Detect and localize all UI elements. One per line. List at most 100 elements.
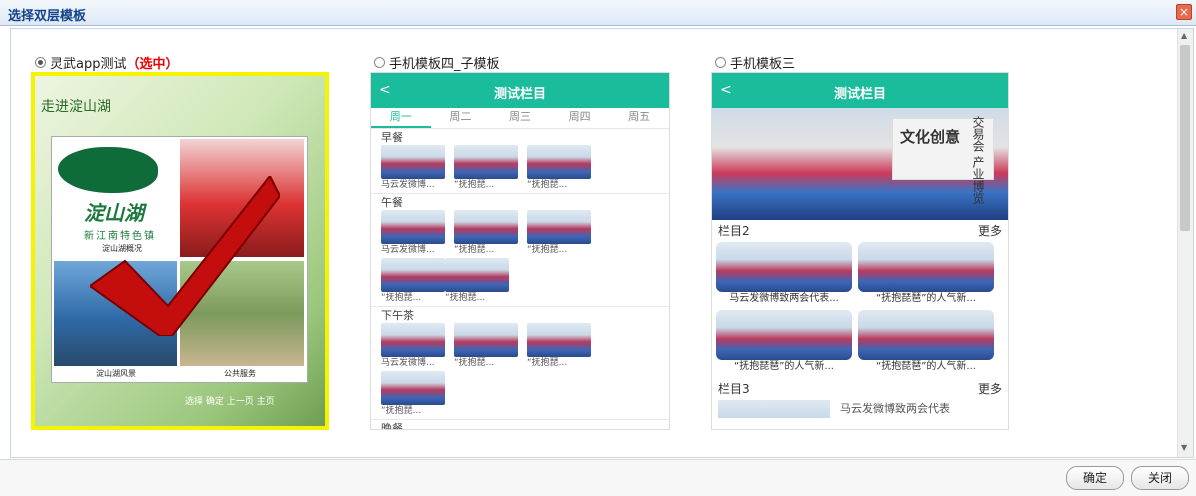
list-item: “抚抱琵...	[527, 145, 591, 191]
thumbnail	[718, 400, 830, 418]
phone-header: < 测试栏目	[712, 73, 1008, 108]
card-grid: 马云发微博致两会代表... “抚抱琵琶”的人气新... “抚抱琵琶”的人气新..…	[712, 242, 1008, 378]
thumbnail	[381, 323, 445, 357]
tab-4: 周四	[568, 110, 591, 123]
item-caption: “抚抱琵...	[381, 293, 422, 303]
hero-banner: 文化创意 交易会 产业博览	[712, 108, 1008, 220]
tab-3: 周三	[508, 110, 531, 123]
card-caption: 马云发微博致两会代表...	[729, 293, 839, 304]
template-1-preview[interactable]: 走进淀山湖 淀山湖 新江南特色镇 淀山湖概况 淀山湖风景 公共服务 选择 确定 …	[31, 72, 329, 430]
list-item: “抚抱琵...	[381, 258, 445, 304]
scrollbar-thumb[interactable]	[1180, 45, 1190, 231]
phone-title: 测试栏目	[833, 87, 886, 102]
item-title: 马云发微博致两会代表	[840, 402, 950, 415]
confirm-button[interactable]: 确定	[1066, 466, 1124, 490]
option-label-2: 手机模板四_子模板	[389, 57, 500, 72]
option-template-1[interactable]: 灵武app测试 （选中）	[35, 53, 179, 72]
option-template-3[interactable]: 手机模板三	[715, 53, 795, 72]
thumbnail	[858, 242, 994, 292]
thumbnail	[454, 323, 518, 357]
card: “抚抱琵琶”的人气新...	[858, 242, 994, 306]
selected-tag: （选中）	[126, 57, 179, 72]
item-caption: “抚抱琵...	[454, 358, 495, 368]
list-item: “抚抱琵...	[381, 371, 445, 417]
section-heading: 早餐	[381, 131, 403, 144]
column-2-header: 栏目2 更多	[712, 220, 1008, 242]
dialog-footer: 确定 关闭	[0, 459, 1196, 496]
thumbnail	[716, 310, 852, 360]
template-2-preview[interactable]: < 测试栏目 周一 周二 周三 周四 周五 早餐 马云发微博... “抚抱琵..…	[370, 72, 670, 430]
list-item: 马云发微博...	[381, 210, 445, 256]
template-3-preview[interactable]: < 测试栏目 文化创意 交易会 产业博览 栏目2 更多 马云发微博致两会代表..…	[711, 72, 1009, 430]
item-caption: “抚抱琵...	[527, 180, 568, 190]
section-tea: 下午茶 马云发微博... “抚抱琵... “抚抱琵... “抚抱琵...	[371, 307, 669, 420]
phone-header: < 测试栏目	[371, 73, 669, 108]
handwritten-title: 走进淀山湖	[41, 99, 111, 115]
thumbnail	[381, 371, 445, 405]
radio-template-3[interactable]	[715, 57, 726, 68]
thumbnail	[381, 258, 445, 292]
thumbnail	[527, 145, 591, 179]
thumbnail	[381, 210, 445, 244]
column-2-title: 栏目2	[718, 224, 750, 238]
item-caption: “抚抱琵...	[454, 245, 495, 255]
item-caption: 马云发微博...	[381, 180, 435, 190]
checkmark-icon	[90, 176, 280, 336]
close-icon[interactable]: ×	[1176, 4, 1192, 20]
thumbnail	[527, 323, 591, 357]
list-item: “抚抱琵...	[527, 210, 591, 256]
dialog-titlebar: 选择双层模板 ×	[0, 0, 1196, 26]
column-3-item: 马云发微博致两会代表	[712, 400, 1008, 418]
weekday-tabs: 周一 周二 周三 周四 周五	[371, 108, 669, 129]
option-label-1: 灵武app测试	[50, 57, 127, 72]
card: “抚抱琵琶”的人气新...	[858, 310, 994, 374]
dialog-title: 选择双层模板	[8, 9, 87, 24]
tab-5: 周五	[628, 110, 651, 123]
banner-text: 文化创意	[900, 128, 961, 146]
close-button[interactable]: 关闭	[1131, 466, 1189, 490]
card-caption: “抚抱琵琶”的人气新...	[876, 293, 976, 304]
list-item: “抚抱琵...	[454, 145, 518, 191]
option-template-2[interactable]: 手机模板四_子模板	[374, 53, 500, 72]
thumbnail	[454, 210, 518, 244]
list-item: “抚抱琵...	[527, 323, 591, 369]
list-item: “抚抱琵...	[445, 258, 509, 304]
list-item: “抚抱琵...	[454, 210, 518, 256]
thumbnail	[381, 145, 445, 179]
banner-side-text: 交易会 产业博览	[971, 116, 985, 204]
item-caption: “抚抱琵...	[527, 358, 568, 368]
section-dinner: 晚餐	[371, 420, 669, 429]
section-breakfast: 早餐 马云发微博... “抚抱琵... “抚抱琵...	[371, 129, 669, 194]
column-3-title: 栏目3	[718, 382, 750, 396]
list-item: 马云发微博...	[381, 145, 445, 191]
option-label-3: 手机模板三	[730, 57, 796, 72]
card: 马云发微博致两会代表...	[716, 242, 852, 306]
scroll-down-icon[interactable]: ▼	[1181, 443, 1187, 452]
tab-2: 周二	[449, 110, 472, 123]
item-caption: 马云发微博...	[381, 245, 435, 255]
list-item: “抚抱琵...	[454, 323, 518, 369]
item-caption: 马云发微博...	[381, 358, 435, 368]
caption-2: 淀山湖风景	[96, 369, 136, 378]
footer-nav: 选择 确定 上一页 主页	[185, 397, 275, 407]
section-lunch: 午餐 马云发微博... “抚抱琵... “抚抱琵... “抚抱琵... “抚抱琵…	[371, 194, 669, 307]
tab-1: 周一	[371, 108, 431, 128]
thumbnail	[454, 145, 518, 179]
caption-3: 公共服务	[224, 369, 256, 378]
scroll-up-icon[interactable]: ▲	[1181, 31, 1187, 40]
template-list: 灵武app测试 （选中） 走进淀山湖 淀山湖 新江南特色镇 淀山湖概况 淀山湖风…	[10, 28, 1194, 458]
radio-template-1[interactable]	[35, 57, 46, 68]
item-caption: “抚抱琵...	[445, 293, 486, 303]
thumbnail	[716, 242, 852, 292]
thumbnail	[527, 210, 591, 244]
more-link: 更多	[977, 382, 1002, 396]
thumbnail	[858, 310, 994, 360]
card-caption: “抚抱琵琶”的人气新...	[876, 361, 976, 372]
list-item: 马云发微博...	[381, 323, 445, 369]
vertical-scrollbar[interactable]: ▲ ▼	[1177, 29, 1193, 457]
more-link: 更多	[977, 224, 1002, 238]
item-caption: “抚抱琵...	[381, 406, 422, 416]
section-heading: 午餐	[381, 196, 403, 209]
thumbnail	[445, 258, 509, 292]
radio-template-2[interactable]	[374, 57, 385, 68]
